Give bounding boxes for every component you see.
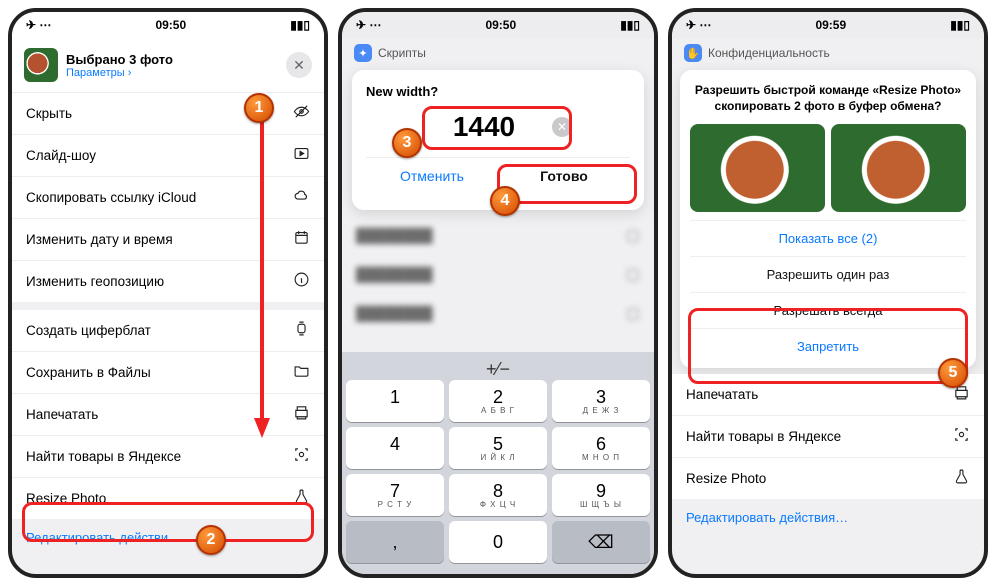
edit-actions-link[interactable]: Редактировать действия…: [672, 499, 984, 536]
key-0[interactable]: 0: [449, 521, 547, 563]
deny-button[interactable]: Запретить: [690, 328, 966, 364]
folder-icon: [293, 362, 310, 383]
action-datetime[interactable]: Изменить дату и время: [12, 219, 324, 261]
selection-thumbnail: [24, 48, 58, 82]
phone-share-sheet: ✈ ⋯ 09:50 ▮▮▯ Выбрано 3 фото Параметры ›…: [8, 8, 328, 578]
privacy-card: Разрешить быстрой команде «Resize Photo»…: [680, 70, 976, 368]
flask-icon: [293, 488, 310, 509]
action-print[interactable]: Напечатать: [12, 394, 324, 436]
key-7[interactable]: 7Р С Т У: [346, 474, 444, 516]
preview-image-1: [690, 124, 825, 212]
action-save-files[interactable]: Сохранить в Файлы: [12, 352, 324, 394]
prompt-question: New width?: [366, 84, 630, 99]
privacy-header: ✋ Конфиденциальность: [672, 38, 984, 68]
scan-icon: [293, 446, 310, 467]
action-watchface[interactable]: Создать циферблат: [12, 310, 324, 352]
status-bar: ✈ ⋯ 09:50 ▮▮▯: [12, 12, 324, 38]
key-3[interactable]: 3Д Е Ж З: [552, 380, 650, 422]
status-bar: ✈ ⋯ 09:50 ▮▮▯: [342, 12, 654, 38]
action-hide[interactable]: Скрыть: [12, 93, 324, 135]
params-link[interactable]: Параметры ›: [66, 67, 173, 79]
status-bar: ✈ ⋯ 09:59 ▮▮▯: [672, 12, 984, 38]
privacy-question: Разрешить быстрой команде «Resize Photo»…: [690, 82, 966, 114]
key-1[interactable]: 1: [346, 380, 444, 422]
scan-icon: [953, 426, 970, 447]
key-2[interactable]: 2А Б В Г: [449, 380, 547, 422]
action-resize-photo[interactable]: Resize Photo: [12, 478, 324, 519]
width-input[interactable]: [424, 111, 544, 143]
key-6[interactable]: 6М Н О П: [552, 427, 650, 469]
printer-icon: [293, 404, 310, 425]
action-yandex[interactable]: Найти товары в Яндексе: [12, 436, 324, 478]
close-button[interactable]: ✕: [286, 52, 312, 78]
action-icloud-link[interactable]: Скопировать ссылку iCloud: [12, 177, 324, 219]
sheet-title: Выбрано 3 фото: [66, 52, 173, 67]
blurred-background: ████████▢ ████████▢ ████████▢: [342, 216, 654, 332]
cancel-button[interactable]: Отменить: [366, 157, 498, 194]
allow-always-button[interactable]: Разрешать всегда: [690, 292, 966, 328]
phone-input-prompt: ✈ ⋯ 09:50 ▮▮▯ ✦ Скрипты New width? ✕ Отм…: [338, 8, 658, 578]
key-decimal[interactable]: ,: [346, 521, 444, 563]
show-all-button[interactable]: Показать все (2): [690, 220, 966, 256]
key-4[interactable]: 4: [346, 427, 444, 469]
cloud-link-icon: [293, 187, 310, 208]
calendar-icon: [293, 229, 310, 250]
allow-once-button[interactable]: Разрешить один раз: [690, 256, 966, 292]
bg-resize[interactable]: Resize Photo: [672, 458, 984, 499]
done-button[interactable]: Готово: [498, 157, 630, 194]
key-backspace[interactable]: ⌫: [552, 521, 650, 563]
sheet-header: Выбрано 3 фото Параметры › ✕: [12, 38, 324, 93]
scripts-header: ✦ Скрипты: [342, 38, 654, 68]
background-actions: Напечатать Найти товары в Яндексе Resize…: [672, 374, 984, 499]
phone-privacy-prompt: ✈ ⋯ 09:59 ▮▮▯ ✋ Конфиденциальность Разре…: [668, 8, 988, 578]
action-slideshow[interactable]: Слайд-шоу: [12, 135, 324, 177]
keypad-toggle[interactable]: +⁄−: [346, 358, 650, 380]
play-rect-icon: [293, 145, 310, 166]
watch-icon: [293, 320, 310, 341]
bg-yandex[interactable]: Найти товары в Яндексе: [672, 416, 984, 458]
eye-slash-icon: [293, 103, 310, 124]
key-9[interactable]: 9Ш Щ Ъ Ы: [552, 474, 650, 516]
flask-icon: [953, 468, 970, 489]
prompt-card: New width? ✕ Отменить Готово: [352, 70, 644, 210]
info-icon: [293, 271, 310, 292]
printer-icon: [953, 384, 970, 405]
key-5[interactable]: 5И Й К Л: [449, 427, 547, 469]
clear-input-icon[interactable]: ✕: [552, 117, 572, 137]
key-8[interactable]: 8Ф Х Ц Ч: [449, 474, 547, 516]
bg-print[interactable]: Напечатать: [672, 374, 984, 416]
action-geo[interactable]: Изменить геопозицию: [12, 261, 324, 302]
numeric-keypad: +⁄− 1 2А Б В Г 3Д Е Ж З 4 5И Й К Л 6М Н …: [342, 352, 654, 574]
preview-image-2: [831, 124, 966, 212]
edit-actions-link[interactable]: Редактировать действи: [12, 519, 324, 556]
